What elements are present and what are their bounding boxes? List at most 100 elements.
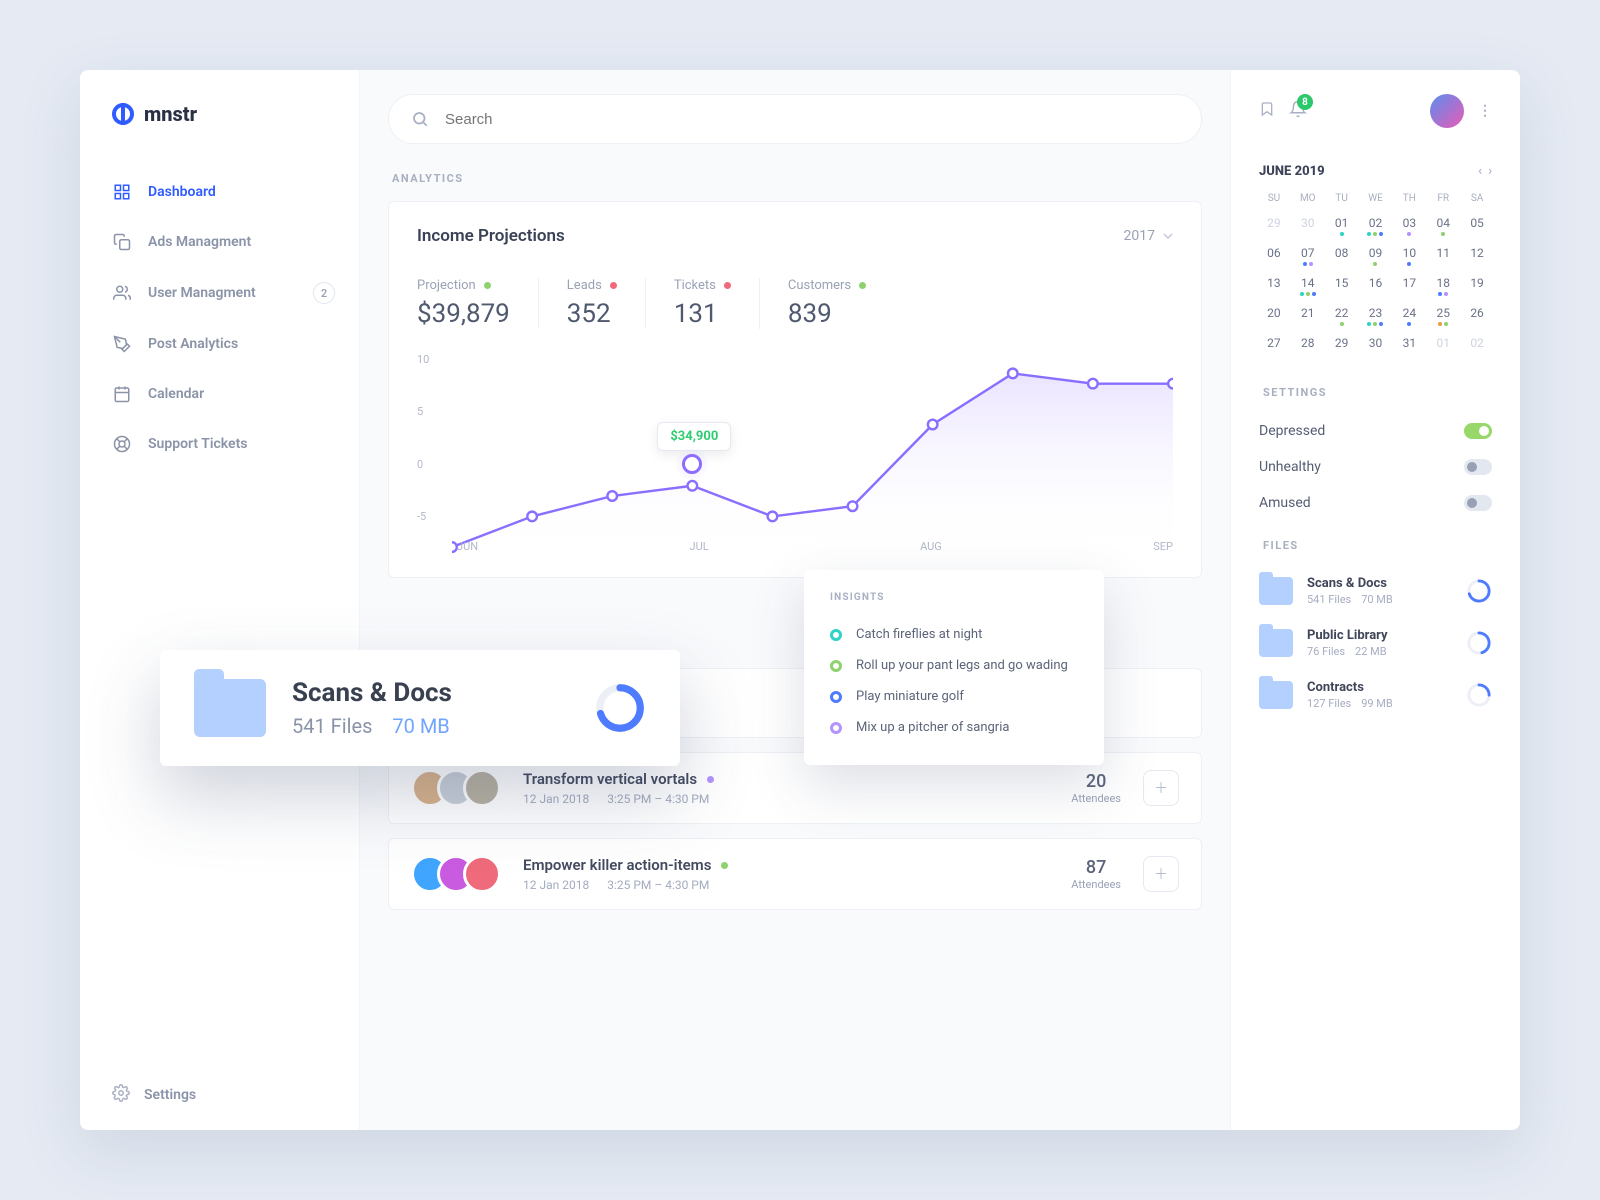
add-button[interactable]: ＋ bbox=[1143, 770, 1179, 806]
cal-day[interactable]: 02 bbox=[1462, 332, 1492, 358]
detail-files: 541 Files bbox=[292, 714, 372, 738]
cal-day[interactable]: 07 bbox=[1293, 242, 1323, 268]
file-row[interactable]: Scans & Docs541 Files70 MB bbox=[1259, 576, 1492, 606]
cal-day[interactable]: 04 bbox=[1428, 212, 1458, 238]
sidebar-item-dashboard[interactable]: Dashboard bbox=[112, 182, 359, 202]
pen-icon bbox=[112, 334, 132, 354]
file-row[interactable]: Contracts127 Files99 MB bbox=[1259, 680, 1492, 710]
progress-ring-icon bbox=[594, 682, 646, 734]
insight-item[interactable]: Mix up a pitcher of sangria bbox=[830, 712, 1078, 743]
cal-day[interactable]: 28 bbox=[1293, 332, 1323, 358]
cal-day[interactable]: 25 bbox=[1428, 302, 1458, 328]
cal-day[interactable]: 05 bbox=[1462, 212, 1492, 238]
cal-day[interactable]: 29 bbox=[1327, 332, 1357, 358]
toggle[interactable] bbox=[1464, 495, 1492, 511]
cal-day[interactable]: 10 bbox=[1394, 242, 1424, 268]
search-icon bbox=[411, 110, 429, 128]
folder-icon bbox=[1259, 629, 1293, 657]
insights-popover: INSIGNTS Catch fireflies at nightRoll up… bbox=[804, 570, 1104, 765]
sidebar-item-calendar[interactable]: Calendar bbox=[112, 384, 359, 404]
cal-day[interactable]: 13 bbox=[1259, 272, 1289, 298]
lifering-icon bbox=[112, 434, 132, 454]
cal-next-icon[interactable]: › bbox=[1488, 164, 1492, 179]
toggle[interactable] bbox=[1464, 423, 1492, 439]
cal-day[interactable]: 08 bbox=[1327, 242, 1357, 268]
progress-ring-icon bbox=[1466, 630, 1492, 656]
cal-day[interactable]: 01 bbox=[1327, 212, 1357, 238]
insights-label: INSIGNTS bbox=[830, 592, 1078, 603]
file-row[interactable]: Public Library76 Files22 MB bbox=[1259, 628, 1492, 658]
cal-prev-icon[interactable]: ‹ bbox=[1478, 164, 1482, 179]
cal-day[interactable]: 15 bbox=[1327, 272, 1357, 298]
analytics-label: ANALYTICS bbox=[392, 172, 1198, 185]
cal-day[interactable]: 03 bbox=[1394, 212, 1424, 238]
brand-logo[interactable]: mnstr bbox=[112, 102, 359, 126]
folder-icon bbox=[1259, 681, 1293, 709]
insight-item[interactable]: Play miniature golf bbox=[830, 681, 1078, 712]
files-label-section: FILES bbox=[1263, 539, 1488, 552]
cal-day[interactable]: 06 bbox=[1259, 242, 1289, 268]
avatar bbox=[463, 769, 501, 807]
cal-day[interactable]: 22 bbox=[1327, 302, 1357, 328]
income-chart: 1050-5 $34,900 JUNJULAUGSEP bbox=[417, 353, 1173, 553]
dot-icon bbox=[830, 629, 842, 641]
chart-marker bbox=[674, 446, 710, 482]
settings-label-section: SETTINGS bbox=[1263, 386, 1488, 399]
cal-day[interactable]: 01 bbox=[1428, 332, 1458, 358]
search-input[interactable] bbox=[445, 111, 1179, 128]
logo-icon bbox=[112, 103, 134, 125]
insight-item[interactable]: Roll up your pant legs and go wading bbox=[830, 650, 1078, 681]
file-detail-popover: Scans & Docs 541 Files 70 MB bbox=[160, 650, 680, 766]
sidebar-item-user-managment[interactable]: User Managment2 bbox=[112, 282, 359, 304]
folder-icon bbox=[1259, 577, 1293, 605]
dot-icon bbox=[830, 691, 842, 703]
sidebar: mnstr Dashboard Ads Managment User Managme… bbox=[80, 70, 360, 1130]
cal-day[interactable]: 27 bbox=[1259, 332, 1289, 358]
cal-day[interactable]: 31 bbox=[1394, 332, 1424, 358]
cal-day[interactable]: 20 bbox=[1259, 302, 1289, 328]
more-icon[interactable]: ⋮ bbox=[1478, 103, 1492, 119]
calendar-month: JUNE 2019 bbox=[1259, 164, 1325, 179]
cal-day[interactable]: 30 bbox=[1293, 212, 1323, 238]
progress-ring-icon bbox=[1466, 578, 1492, 604]
cal-day[interactable]: 21 bbox=[1293, 302, 1323, 328]
bell-icon[interactable]: 8 bbox=[1289, 100, 1307, 122]
cal-day[interactable]: 30 bbox=[1361, 332, 1391, 358]
cal-day[interactable]: 12 bbox=[1462, 242, 1492, 268]
cal-day[interactable]: 23 bbox=[1361, 302, 1391, 328]
event-row[interactable]: Empower killer action-items 12 Jan 20183… bbox=[388, 838, 1202, 910]
cal-day[interactable]: 19 bbox=[1462, 272, 1492, 298]
insight-item[interactable]: Catch fireflies at night bbox=[830, 619, 1078, 650]
cal-day[interactable]: 09 bbox=[1361, 242, 1391, 268]
user-avatar[interactable] bbox=[1430, 94, 1464, 128]
year-select[interactable]: 2017 bbox=[1124, 228, 1173, 244]
setting-label: Depressed bbox=[1259, 423, 1325, 439]
sidebar-item-ads-managment[interactable]: Ads Managment bbox=[112, 232, 359, 252]
cal-day[interactable]: 26 bbox=[1462, 302, 1492, 328]
search-bar[interactable] bbox=[388, 94, 1202, 144]
dot-icon bbox=[830, 722, 842, 734]
income-card: Income Projections 2017 Projection$39,87… bbox=[388, 201, 1202, 578]
avatar bbox=[463, 855, 501, 893]
sidebar-item-support-tickets[interactable]: Support Tickets bbox=[112, 434, 359, 454]
cal-day[interactable]: 02 bbox=[1361, 212, 1391, 238]
toggle[interactable] bbox=[1464, 459, 1492, 475]
cal-day[interactable]: 17 bbox=[1394, 272, 1424, 298]
cal-day[interactable]: 18 bbox=[1428, 272, 1458, 298]
settings-label: Settings bbox=[144, 1087, 196, 1103]
cal-day[interactable]: 24 bbox=[1394, 302, 1424, 328]
gear-icon bbox=[112, 1084, 130, 1106]
grid-icon bbox=[112, 182, 132, 202]
cal-day[interactable]: 16 bbox=[1361, 272, 1391, 298]
sidebar-item-post-analytics[interactable]: Post Analytics bbox=[112, 334, 359, 354]
copy-icon bbox=[112, 232, 132, 252]
add-button[interactable]: ＋ bbox=[1143, 856, 1179, 892]
notif-badge: 8 bbox=[1297, 94, 1313, 110]
bookmark-icon[interactable] bbox=[1259, 100, 1275, 122]
cal-day[interactable]: 29 bbox=[1259, 212, 1289, 238]
cal-day[interactable]: 14 bbox=[1293, 272, 1323, 298]
calendar-icon bbox=[112, 384, 132, 404]
sidebar-settings[interactable]: Settings bbox=[112, 1084, 359, 1106]
detail-title: Scans & Docs bbox=[292, 678, 452, 708]
cal-day[interactable]: 11 bbox=[1428, 242, 1458, 268]
